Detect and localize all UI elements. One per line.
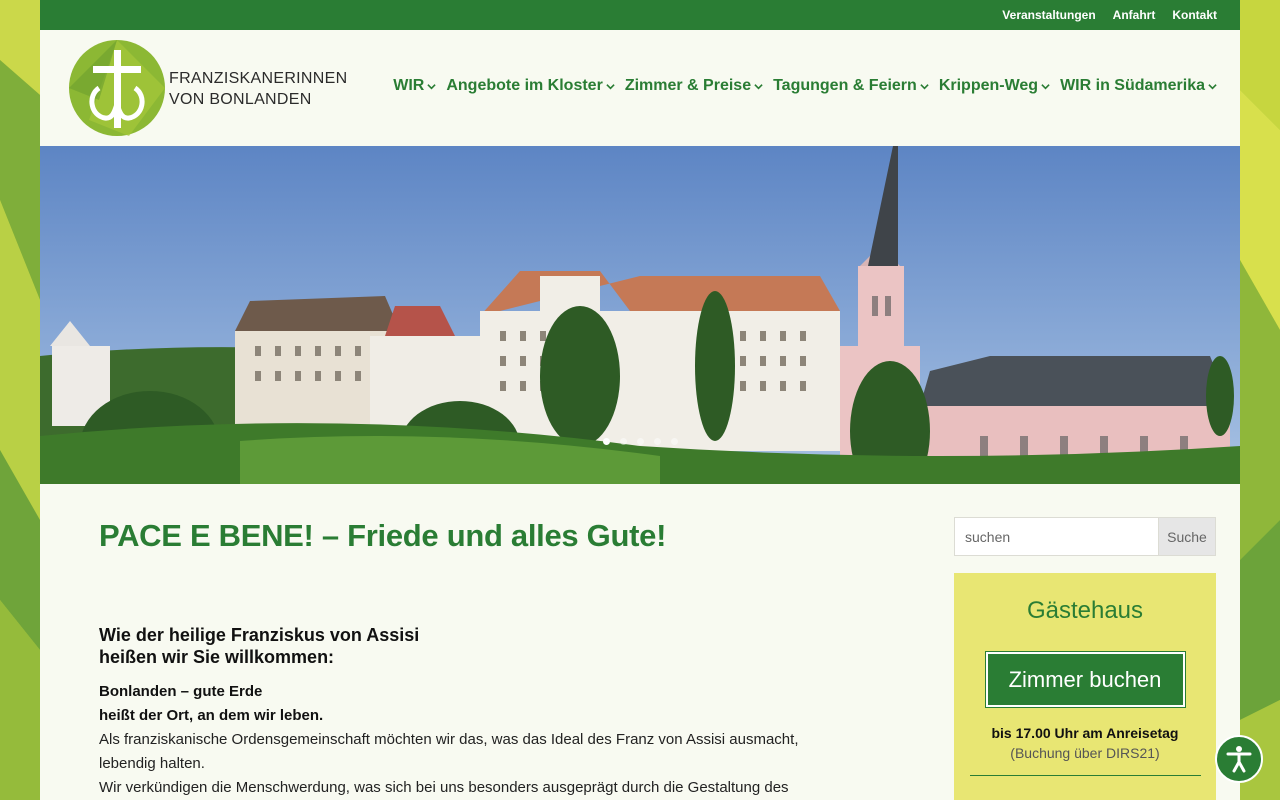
guesthouse-box: Gästehaus Zimmer buchen bis 17.00 Uhr am… bbox=[954, 573, 1216, 800]
topbar-link-anfahrt[interactable]: Anfahrt bbox=[1113, 8, 1156, 22]
slider-dot[interactable] bbox=[671, 438, 678, 445]
nav-item-angebote[interactable]: Angebote im Kloster bbox=[446, 77, 615, 95]
nav-item-zimmer-preise[interactable]: Zimmer & Preise bbox=[625, 77, 763, 95]
paragraph-2: Wir verkündigen die Menschwerdung, was s… bbox=[99, 779, 789, 796]
bold-line-2: heißt der Ort, an dem wir leben. bbox=[99, 707, 324, 724]
slider-dot[interactable] bbox=[637, 438, 644, 445]
logo-line-2: VON BONLANDEN bbox=[169, 91, 312, 108]
content-area: PACE E BENE! – Friede und alles Gute! Wi… bbox=[40, 484, 1240, 800]
search-form: Suche bbox=[954, 517, 1216, 556]
intro-heading: Wie der heilige Franziskus von Assisi he… bbox=[99, 624, 819, 668]
nav-label: Tagungen & Feiern bbox=[773, 77, 917, 94]
chevron-down-icon bbox=[1208, 83, 1217, 89]
sidebar: Suche Gästehaus Zimmer buchen bis 17.00 … bbox=[954, 517, 1216, 800]
intro-line-1: Wie der heilige Franziskus von Assisi bbox=[99, 625, 420, 645]
booking-deadline: bis 17.00 Uhr am Anreisetag bbox=[991, 725, 1179, 741]
nav-item-krippen-weg[interactable]: Krippen-Weg bbox=[939, 77, 1050, 95]
slider-dot[interactable] bbox=[603, 438, 610, 445]
slider-dots bbox=[603, 438, 678, 445]
chevron-down-icon bbox=[427, 83, 437, 89]
chevron-down-icon bbox=[606, 83, 615, 89]
bold-line-1: Bonlanden – gute Erde bbox=[99, 683, 263, 700]
topbar-link-veranstaltungen[interactable]: Veranstaltungen bbox=[1002, 8, 1095, 22]
nav-label: WIR in Südamerika bbox=[1060, 77, 1205, 94]
nav-label: Krippen-Weg bbox=[938, 77, 1039, 94]
book-room-button[interactable]: Zimmer buchen bbox=[985, 652, 1185, 707]
search-button[interactable]: Suche bbox=[1158, 517, 1216, 556]
main-column: PACE E BENE! – Friede und alles Gute! Wi… bbox=[99, 518, 819, 800]
monastery-photo bbox=[40, 146, 1240, 484]
hero-slider[interactable] bbox=[40, 146, 1240, 484]
intro-line-2: heißen wir Sie willkommen: bbox=[99, 647, 335, 667]
nav-label: Angebote im Kloster bbox=[446, 77, 603, 94]
chevron-down-icon bbox=[920, 83, 929, 89]
main-navigation: WIR Angebote im Kloster Zimmer & Preise … bbox=[393, 77, 1217, 95]
nav-item-suedamerika[interactable]: WIR in Südamerika bbox=[1060, 77, 1217, 95]
nav-item-wir[interactable]: WIR bbox=[393, 77, 437, 95]
page-container: Veranstaltungen Anfahrt Kontakt FRANZISK… bbox=[40, 0, 1240, 800]
chevron-down-icon bbox=[1041, 83, 1050, 89]
divider bbox=[969, 775, 1201, 776]
guesthouse-title: Gästehaus bbox=[1026, 597, 1144, 624]
body-text: Bonlanden – gute Erde heißt der Ort, an … bbox=[99, 680, 819, 800]
logo-text[interactable]: FRANZISKANERINNEN VON BONLANDEN bbox=[169, 68, 347, 110]
chevron-down-icon bbox=[754, 83, 763, 89]
site-header: FRANZISKANERINNEN VON BONLANDEN WIR Ange… bbox=[40, 30, 1240, 146]
nav-item-tagungen[interactable]: Tagungen & Feiern bbox=[773, 77, 929, 95]
paragraph-1: Als franziskanische Ordensgemeinschaft m… bbox=[99, 731, 799, 772]
search-input[interactable] bbox=[954, 517, 1158, 556]
accessibility-button[interactable] bbox=[1215, 735, 1263, 783]
nav-label: WIR bbox=[393, 77, 425, 94]
franciscan-tau-icon[interactable] bbox=[69, 40, 165, 136]
nav-label: Zimmer & Preise bbox=[624, 77, 752, 94]
booking-note: (Buchung über DIRS21) bbox=[1010, 745, 1160, 761]
slider-dot[interactable] bbox=[654, 438, 661, 445]
topbar-link-kontakt[interactable]: Kontakt bbox=[1172, 8, 1217, 22]
slider-dot[interactable] bbox=[620, 438, 627, 445]
page-title: PACE E BENE! – Friede und alles Gute! bbox=[99, 518, 667, 553]
top-bar: Veranstaltungen Anfahrt Kontakt bbox=[40, 0, 1240, 30]
logo-line-1: FRANZISKANERINNEN bbox=[169, 70, 348, 87]
accessibility-icon bbox=[1226, 746, 1252, 773]
